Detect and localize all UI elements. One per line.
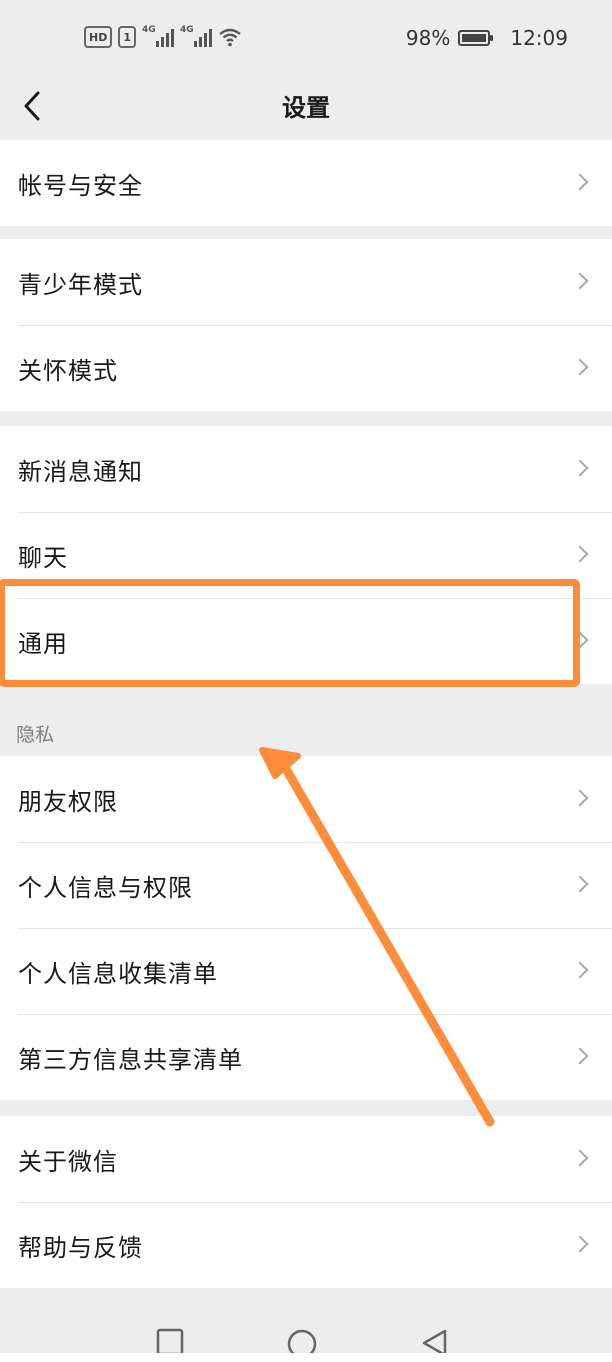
settings-item-chat[interactable]: 聊天 — [0, 512, 612, 598]
chevron-right-icon — [571, 1235, 589, 1253]
settings-group-general: 新消息通知 聊天 通用 — [0, 426, 612, 684]
status-bar: HD 1 4G 4G 98% 12:09 — [0, 0, 612, 80]
status-left: HD 1 4G 4G — [84, 25, 242, 48]
settings-item-label: 关怀模式 — [18, 356, 118, 385]
chevron-right-icon — [571, 1047, 589, 1065]
settings-item-label: 个人信息与权限 — [18, 873, 193, 902]
hd-badge: HD — [84, 26, 113, 48]
settings-item-about-wechat[interactable]: 关于微信 — [0, 1116, 612, 1202]
settings-item-help-feedback[interactable]: 帮助与反馈 — [0, 1202, 612, 1288]
settings-group-account: 帐号与安全 — [0, 140, 612, 226]
battery-percent: 98% — [405, 26, 451, 50]
recent-apps-icon[interactable] — [156, 1328, 184, 1353]
settings-item-care-mode[interactable]: 关怀模式 — [0, 325, 612, 411]
settings-item-label: 第三方信息共享清单 — [18, 1045, 243, 1074]
settings-item-personal-info-permissions[interactable]: 个人信息与权限 — [0, 842, 612, 928]
chevron-right-icon — [571, 173, 589, 191]
sim-badge: 1 — [118, 26, 136, 48]
network-type-2: 4G — [180, 25, 194, 35]
status-right: 98% 12:09 — [406, 26, 568, 50]
settings-item-label: 朋友权限 — [18, 787, 118, 816]
chevron-right-icon — [571, 358, 589, 376]
settings-item-label: 聊天 — [18, 543, 68, 572]
settings-item-label: 帐号与安全 — [18, 171, 143, 200]
settings-item-label: 新消息通知 — [18, 457, 143, 486]
settings-item-label: 帮助与反馈 — [18, 1233, 143, 1262]
settings-group-privacy: 朋友权限 个人信息与权限 个人信息收集清单 第三方信息共享清单 — [0, 756, 612, 1100]
chevron-right-icon — [571, 789, 589, 807]
nav-bar: 设置 — [0, 80, 612, 138]
settings-item-third-party-sharing-list[interactable]: 第三方信息共享清单 — [0, 1014, 612, 1100]
settings-item-label: 青少年模式 — [18, 270, 143, 299]
wifi-icon — [219, 28, 241, 47]
chevron-right-icon — [571, 631, 589, 649]
network-type-1: 4G — [142, 25, 156, 35]
settings-item-youth-mode[interactable]: 青少年模式 — [0, 239, 612, 325]
signal-icon: 4G — [142, 25, 174, 47]
back-triangle-icon[interactable] — [420, 1328, 450, 1353]
settings-item-notifications[interactable]: 新消息通知 — [0, 426, 612, 512]
chevron-right-icon — [571, 875, 589, 893]
chevron-right-icon — [571, 545, 589, 563]
settings-item-friend-permissions[interactable]: 朋友权限 — [0, 756, 612, 842]
chevron-right-icon — [571, 459, 589, 477]
system-nav-bar — [0, 1300, 612, 1353]
chevron-right-icon — [571, 1149, 589, 1167]
home-icon[interactable] — [286, 1328, 318, 1353]
settings-item-account-security[interactable]: 帐号与安全 — [0, 140, 612, 226]
settings-item-label: 通用 — [18, 629, 68, 658]
chevron-right-icon — [571, 272, 589, 290]
clock: 12:09 — [510, 26, 568, 50]
settings-group-about: 关于微信 帮助与反馈 — [0, 1116, 612, 1288]
settings-item-general[interactable]: 通用 — [0, 598, 612, 684]
page-title: 设置 — [282, 94, 330, 122]
battery-icon — [458, 30, 494, 46]
signal-icon-2: 4G — [180, 25, 212, 47]
chevron-right-icon — [571, 961, 589, 979]
settings-group-modes: 青少年模式 关怀模式 — [0, 239, 612, 411]
settings-item-label: 关于微信 — [18, 1147, 118, 1176]
settings-item-info-collection-list[interactable]: 个人信息收集清单 — [0, 928, 612, 1014]
section-header-privacy: 隐私 — [16, 724, 55, 746]
settings-item-label: 个人信息收集清单 — [18, 959, 218, 988]
